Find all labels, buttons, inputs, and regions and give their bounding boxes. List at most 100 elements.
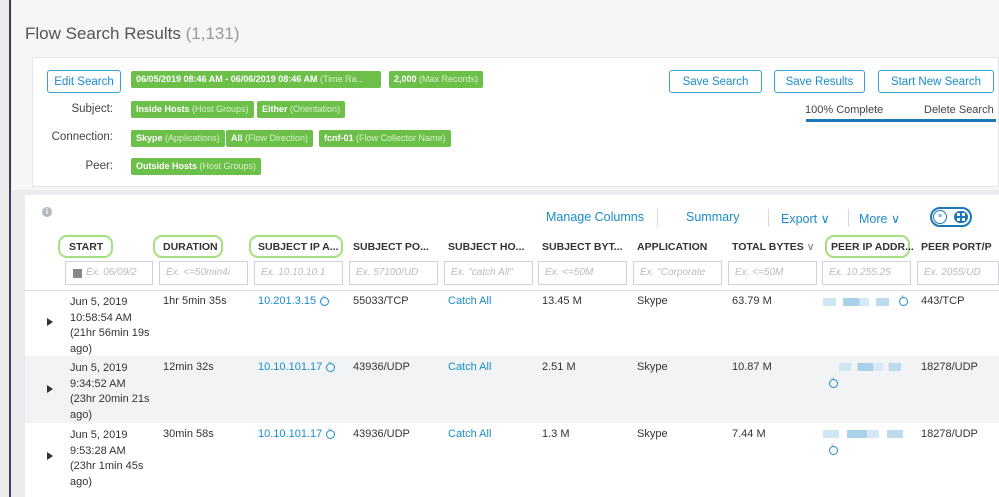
start-date: Jun 5, 2019 xyxy=(70,362,128,374)
table-row[interactable]: Jun 5, 2019 9:34:52 AM (23hr 20min 21s a… xyxy=(25,356,999,423)
cell-application: Skype xyxy=(637,361,668,373)
filter-peer-port[interactable]: Ex. 2055/UD xyxy=(917,261,999,285)
export-menu[interactable]: Export ∨ xyxy=(781,211,830,226)
peer-tag-host-groups[interactable]: Outside Hosts (Host Groups) xyxy=(131,158,262,175)
column-header-subject-host[interactable]: SUBJECT HO... xyxy=(448,241,524,253)
cell-subject-host[interactable]: Catch All xyxy=(448,361,491,373)
more-options-icon[interactable] xyxy=(326,359,336,372)
more-options-icon[interactable] xyxy=(320,293,330,306)
connection-tag-value: All xyxy=(231,133,243,143)
expand-row-icon[interactable] xyxy=(47,452,53,460)
start-time: 10:58:54 AM xyxy=(70,311,132,324)
summary-link[interactable]: Summary xyxy=(686,210,739,224)
cell-total-bytes: 10.87 M xyxy=(732,361,772,373)
more-label: More xyxy=(859,212,888,226)
peer-label: Peer: xyxy=(85,160,114,172)
page-title: Flow Search Results (1,131) xyxy=(25,24,240,44)
table-row[interactable]: Jun 5, 2019 9:53:28 AM (23hr 1min 45s ag… xyxy=(25,423,999,491)
more-options-icon[interactable] xyxy=(899,293,908,306)
expand-row-icon[interactable] xyxy=(47,385,53,393)
cell-subject-port: 55033/TCP xyxy=(353,295,409,307)
column-header-duration[interactable]: DURATION xyxy=(163,241,218,253)
cell-start: Jun 5, 2019 9:53:28 AM (23hr 1min 45s ag… xyxy=(70,428,143,490)
more-options-icon[interactable] xyxy=(326,426,336,439)
subject-label: Subject: xyxy=(71,103,113,115)
subject-tag-type: (Host Groups) xyxy=(192,104,249,114)
results-panel: i Manage Columns Summary Export ∨ More ∨… xyxy=(25,195,999,497)
subject-ip-link[interactable]: 10.201.3.15 xyxy=(258,295,316,307)
column-header-peer-port[interactable]: PEER PORT/P xyxy=(921,241,992,253)
save-results-button[interactable]: Save Results xyxy=(774,70,865,93)
start-new-search-button[interactable]: Start New Search xyxy=(878,70,994,93)
column-header-subject-bytes[interactable]: SUBJECT BYT... xyxy=(542,241,623,253)
start-relative: (23hr 20min 21s xyxy=(70,393,150,405)
toolbar-divider xyxy=(768,209,769,227)
cell-start: Jun 5, 2019 9:34:52 AM (23hr 20min 21s a… xyxy=(70,361,150,423)
subject-tag-orientation[interactable]: Either (Orientation) xyxy=(257,101,346,118)
filter-total-bytes[interactable]: Ex. <=50M xyxy=(728,261,817,285)
subject-ip-link[interactable]: 10.10.101.17 xyxy=(258,361,322,373)
subject-tag-type: (Orientation) xyxy=(290,104,341,114)
subject-tag-value: Either xyxy=(262,104,288,114)
column-header-application[interactable]: APPLICATION xyxy=(637,241,707,253)
filter-application[interactable]: Ex. "Corporate xyxy=(633,261,722,285)
cell-subject-ip[interactable]: 10.10.101.17 xyxy=(258,426,336,440)
manage-columns-link[interactable]: Manage Columns xyxy=(546,210,644,224)
cell-peer-port: 443/TCP xyxy=(921,295,965,307)
column-header-subject-port[interactable]: SUBJECT PO... xyxy=(353,241,429,253)
filter-peer-ip[interactable]: Ex. 10.255.25 xyxy=(822,261,911,285)
max-records-tag[interactable]: 2,000 (Max Records) xyxy=(389,71,484,88)
cell-subject-bytes: 13.45 M xyxy=(542,295,582,307)
filter-subject-bytes[interactable]: Ex. <=50M xyxy=(538,261,627,285)
connection-tag-applications[interactable]: Skype (Applications) xyxy=(131,130,225,147)
start-relative-suffix: ago) xyxy=(70,475,93,488)
chevron-down-icon: ∨ xyxy=(890,212,901,226)
connection-tag-type: (Applications) xyxy=(165,133,220,143)
time-range-type: (Time Ra... xyxy=(319,74,365,84)
subject-ip-link[interactable]: 10.10.101.17 xyxy=(258,428,322,440)
max-records-value: 2,000 xyxy=(394,74,417,84)
column-header-peer-ip[interactable]: PEER IP ADDR... xyxy=(831,241,914,253)
table-row[interactable]: Jun 5, 2019 10:58:54 AM (21hr 56min 19s … xyxy=(25,291,999,356)
start-relative: (23hr 1min 45s xyxy=(70,460,144,472)
filter-subject-port[interactable]: Ex. 57100/UD xyxy=(349,261,438,285)
grid-view-icon xyxy=(954,211,968,223)
start-relative-suffix: ago) xyxy=(70,342,93,355)
time-range-tag[interactable]: 06/05/2019 08:46 AM - 06/06/2019 08:46 A… xyxy=(131,71,381,88)
cell-duration: 30min 58s xyxy=(163,428,214,440)
chevron-down-icon: ∨ xyxy=(820,212,830,226)
cell-subject-ip[interactable]: 10.10.101.17 xyxy=(258,359,336,373)
progress-text: 100% Complete xyxy=(805,104,884,116)
column-header-subject-ip[interactable]: SUBJECT IP A... xyxy=(258,241,339,253)
time-range-value: 06/05/2019 08:46 AM - 06/06/2019 08:46 A… xyxy=(136,74,318,84)
connection-tag-value: Skype xyxy=(136,133,163,143)
column-header-start[interactable]: START xyxy=(69,241,103,253)
more-options-icon[interactable] xyxy=(829,375,838,388)
cell-subject-host[interactable]: Catch All xyxy=(448,295,491,307)
connection-tag-type: (Flow Collector Name) xyxy=(356,133,446,143)
connection-tag-flow-direction[interactable]: All (Flow Direction) xyxy=(226,130,314,147)
edit-search-button[interactable]: Edit Search xyxy=(47,70,121,93)
filter-start[interactable]: Ex. 06/09/2 xyxy=(65,261,153,285)
start-date: Jun 5, 2019 xyxy=(70,429,128,441)
expand-row-icon[interactable] xyxy=(47,318,53,326)
connection-tag-flow-collector[interactable]: fcnf-01 (Flow Collector Name) xyxy=(319,130,451,147)
redacted-peer-ip xyxy=(823,430,903,438)
save-search-button[interactable]: Save Search xyxy=(669,70,762,93)
view-toggle[interactable]: ≡ xyxy=(930,207,972,227)
connection-label: Connection: xyxy=(51,131,113,143)
filter-subject-ip[interactable]: Ex. 10.10.10.1 xyxy=(254,261,343,285)
start-time: 9:34:52 AM xyxy=(70,377,126,390)
info-icon[interactable]: i xyxy=(42,207,52,217)
column-header-total-bytes[interactable]: TOTAL BYTES ∨ xyxy=(732,241,814,253)
more-options-icon[interactable] xyxy=(829,442,838,455)
cell-subject-ip[interactable]: 10.201.3.15 xyxy=(258,293,330,307)
cell-subject-host[interactable]: Catch All xyxy=(448,428,491,440)
filter-duration[interactable]: Ex. <=50min4i xyxy=(159,261,248,285)
toolbar-divider xyxy=(657,209,658,227)
filter-subject-host[interactable]: Ex. "catch All" xyxy=(444,261,533,285)
more-menu[interactable]: More ∨ xyxy=(859,211,900,226)
delete-search-link[interactable]: Delete Search xyxy=(924,104,994,116)
subject-tag-value: Inside Hosts xyxy=(136,104,190,114)
subject-tag-host-groups[interactable]: Inside Hosts (Host Groups) xyxy=(131,101,254,118)
